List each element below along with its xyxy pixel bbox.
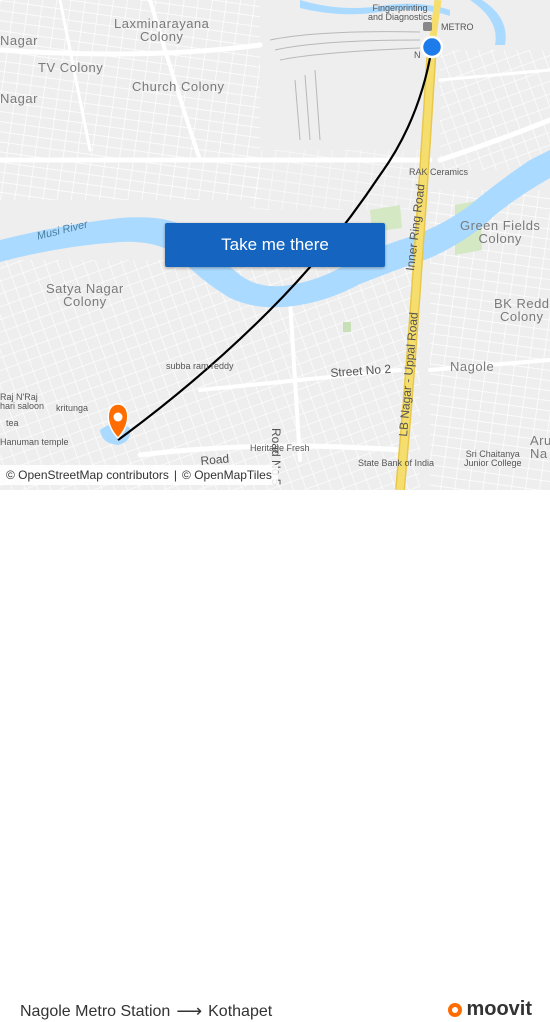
map-view[interactable]: Laxminarayana Colony Nagar TV Colony Chu…	[0, 0, 550, 490]
heritage-fresh-label: Heritage Fresh	[250, 443, 310, 453]
fingerprinting-label: Fingerprinting and Diagnostics	[368, 3, 433, 22]
arrow-right-icon: ⟶	[176, 1001, 203, 1021]
park	[343, 322, 351, 332]
raj-saloon-label: Raj N'Raj hari saloon	[0, 392, 45, 411]
sri-chaitanya-label: Sri Chaitanya Junior College	[464, 449, 522, 468]
nagar-top-label: Nagar	[0, 33, 38, 48]
laxminarayana-colony-label: Laxminarayana Colony	[114, 16, 210, 44]
bk-reddy-colony-label: BK Redd Colony	[494, 296, 550, 324]
tea-label: tea	[6, 418, 19, 428]
green-fields-colony-label: Green Fields Colony	[460, 218, 541, 246]
nagar-mid-label: Nagar	[0, 91, 38, 106]
footer-bar: Nagole Metro Station ⟶ Kothapet moovit	[0, 490, 550, 1021]
tv-colony-label: TV Colony	[38, 60, 104, 75]
moovit-logo[interactable]: moovit	[447, 998, 532, 1021]
station-n-label: N	[414, 50, 421, 60]
destination-name: Kothapet	[208, 1002, 273, 1020]
satya-nagar-colony-label: Satya Nagar Colony	[46, 281, 124, 309]
church-colony-label: Church Colony	[132, 79, 225, 94]
origin-marker	[420, 35, 444, 59]
aru-label: Aru Na	[530, 433, 550, 461]
rak-ceramics-label: RAK Ceramics	[409, 167, 469, 177]
moovit-brand: moovit	[466, 998, 532, 1020]
origin-name: Nagole Metro Station	[20, 1002, 171, 1020]
metro-icon	[423, 22, 432, 31]
nagole-label: Nagole	[450, 359, 495, 374]
state-bank-label: State Bank of India	[358, 458, 435, 468]
map-attribution: © OpenStreetMap contributors | © OpenMap…	[0, 465, 278, 485]
metro-label: METRO	[441, 22, 474, 32]
openmaptiles-link[interactable]: © OpenMapTiles	[182, 468, 272, 482]
subba-ram-reddy-label: subba ram reddy	[166, 361, 234, 371]
moovit-pin-icon	[448, 1002, 463, 1017]
kritunga-label: kritunga	[56, 403, 89, 413]
hanuman-temple-label: Hanuman temple	[0, 437, 69, 447]
take-me-there-button[interactable]: Take me there	[165, 223, 385, 267]
osm-contributors-link[interactable]: © OpenStreetMap contributors	[6, 468, 169, 482]
attribution-separator: |	[173, 468, 178, 482]
route-summary: Nagole Metro Station ⟶ Kothapet	[20, 1001, 272, 1022]
